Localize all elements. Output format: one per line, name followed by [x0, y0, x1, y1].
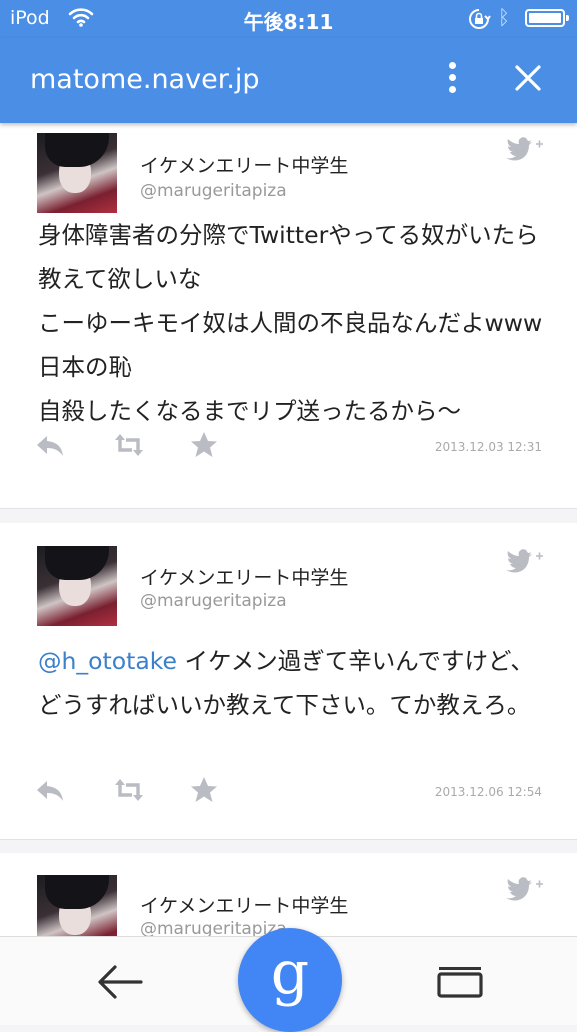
more-vert-icon[interactable] — [440, 62, 464, 102]
avatar[interactable] — [37, 133, 117, 213]
user-name[interactable]: イケメンエリート中学生 — [140, 891, 348, 918]
rotation-lock-icon — [467, 7, 491, 35]
reply-icon[interactable] — [34, 775, 66, 809]
tweet-card: イケメンエリート中学生 @marugeritapiza 身体障害者の分際でTwi… — [0, 123, 577, 509]
avatar[interactable] — [37, 546, 117, 626]
twitter-bird-icon[interactable] — [500, 545, 545, 573]
mention-link[interactable]: @h_ototake — [38, 647, 177, 675]
url-title[interactable]: matome.naver.jp — [30, 64, 260, 95]
close-icon[interactable] — [511, 61, 545, 95]
twitter-bird-icon[interactable] — [500, 133, 545, 161]
twitter-bird-icon[interactable] — [500, 873, 545, 901]
user-name[interactable]: イケメンエリート中学生 — [140, 151, 348, 178]
retweet-icon[interactable] — [112, 430, 146, 464]
tweet-actions: 2013.12.03 12:31 — [34, 430, 554, 464]
tabs-icon[interactable] — [436, 965, 484, 1003]
star-icon[interactable] — [189, 430, 219, 464]
tweet-timestamp[interactable]: 2013.12.03 12:31 — [435, 440, 542, 454]
status-bar: iPod 午後8:11 ᛒ — [0, 0, 577, 38]
star-icon[interactable] — [189, 775, 219, 809]
user-name[interactable]: イケメンエリート中学生 — [140, 563, 348, 590]
tweet-text: @h_ototake イケメン過ぎて辛いんですけど、どうすればいいか教えて下さい… — [38, 639, 548, 727]
reply-icon[interactable] — [34, 430, 66, 464]
avatar[interactable] — [37, 875, 117, 936]
tweet-timestamp[interactable]: 2013.12.06 12:54 — [435, 785, 542, 799]
tweet-card: イケメンエリート中学生 @marugeritapiza — [0, 853, 577, 936]
retweet-icon[interactable] — [112, 775, 146, 809]
tweet-text: 身体障害者の分際でTwitterやってる奴がいたら教えて欲しいな こーゆーキモイ… — [38, 221, 543, 425]
bluetooth-icon: ᛒ — [498, 5, 510, 29]
tweet-feed[interactable]: イケメンエリート中学生 @marugeritapiza 身体障害者の分際でTwi… — [0, 123, 577, 936]
google-g-icon: g — [270, 938, 310, 1008]
browser-toolbar: matome.naver.jp — [0, 38, 577, 123]
back-arrow-icon[interactable] — [95, 962, 145, 1006]
tweet-card: イケメンエリート中学生 @marugeritapiza @h_ototake イ… — [0, 523, 577, 840]
user-handle[interactable]: @marugeritapiza — [140, 181, 287, 201]
battery-icon — [525, 9, 569, 27]
google-search-button[interactable]: g — [238, 928, 342, 1032]
user-handle[interactable]: @marugeritapiza — [140, 591, 287, 611]
tweet-actions: 2013.12.06 12:54 — [34, 775, 554, 809]
